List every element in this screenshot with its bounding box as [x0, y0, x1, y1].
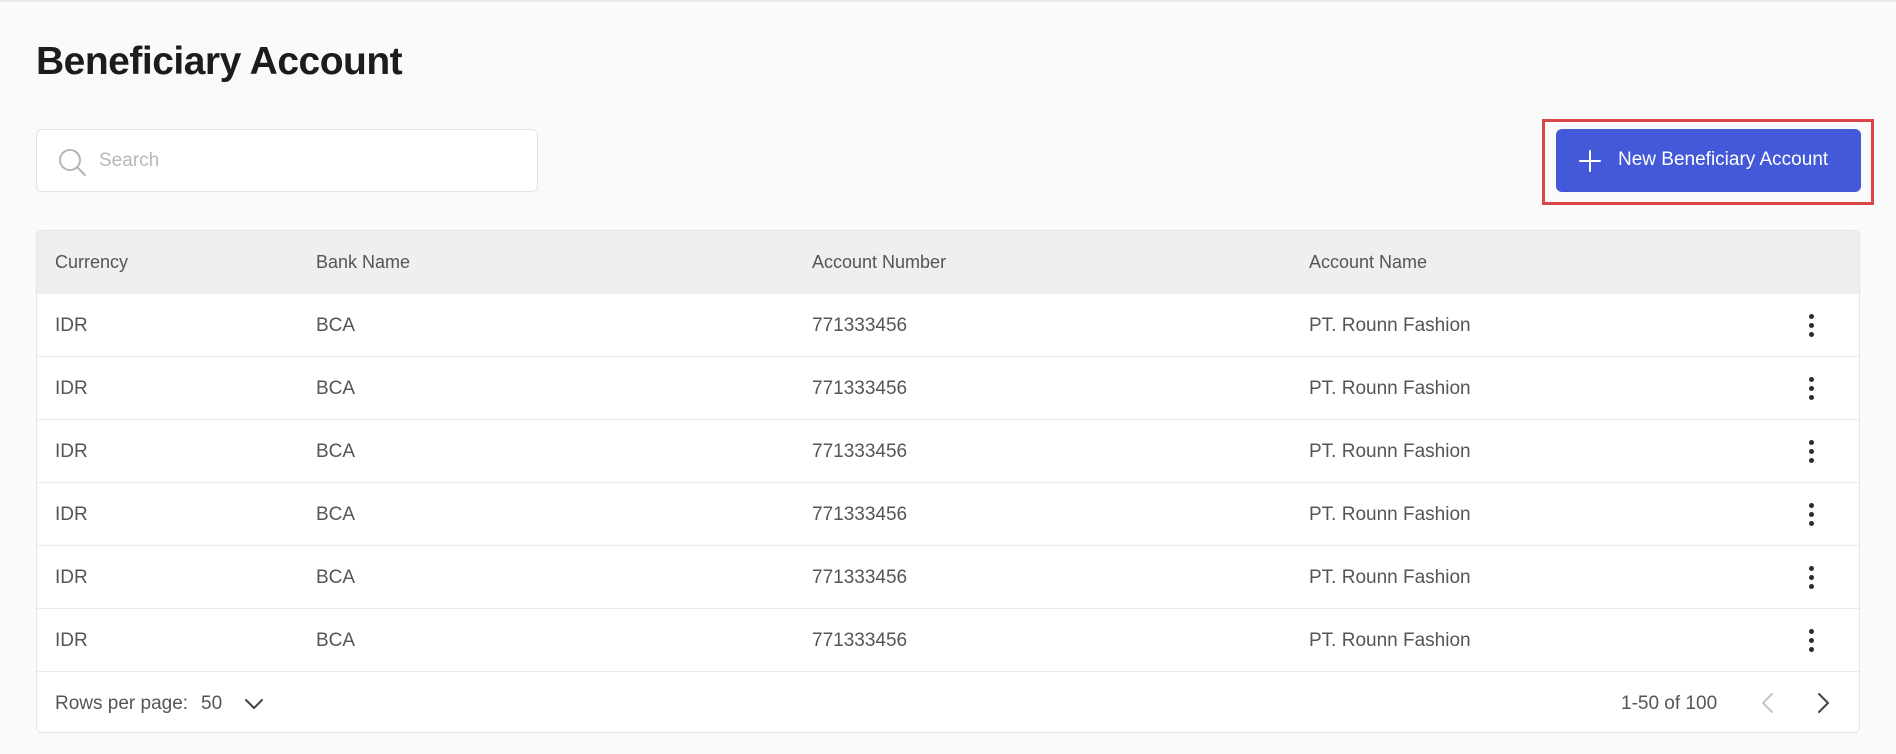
cell-account-name: PT. Rounn Fashion: [1309, 378, 1471, 399]
cell-bank-name: BCA: [316, 630, 356, 651]
cell-currency: IDR: [55, 630, 88, 651]
cell-account-name: PT. Rounn Fashion: [1309, 630, 1471, 651]
table-row[interactable]: IDR BCA 771333456 PT. Rounn Fashion: [37, 293, 1859, 356]
cell-account-number: 771333456: [812, 315, 908, 336]
column-header-bank-name[interactable]: Bank Name: [316, 252, 410, 273]
page: Beneficiary Account New Beneficiary Acco…: [0, 0, 1896, 754]
table-footer: Rows per page: 50 1-50 of 100: [37, 671, 1859, 732]
more-vertical-icon[interactable]: [1799, 499, 1823, 529]
table-row[interactable]: IDR BCA 771333456 PT. Rounn Fashion: [37, 545, 1859, 608]
cell-currency: IDR: [55, 441, 88, 462]
page-title: Beneficiary Account: [36, 40, 403, 83]
cell-currency: IDR: [55, 504, 88, 525]
column-header-currency[interactable]: Currency: [55, 252, 128, 273]
search-input[interactable]: [99, 130, 519, 191]
more-vertical-icon[interactable]: [1799, 625, 1823, 655]
pagination-range: 1-50 of 100: [1621, 693, 1718, 714]
column-header-account-name[interactable]: Account Name: [1309, 252, 1427, 273]
cell-currency: IDR: [55, 567, 88, 588]
table-header: Currency Bank Name Account Number Accoun…: [37, 231, 1859, 293]
cell-account-name: PT. Rounn Fashion: [1309, 567, 1471, 588]
rows-per-page-value: 50: [201, 693, 223, 714]
more-vertical-icon[interactable]: [1799, 436, 1823, 466]
cell-bank-name: BCA: [316, 441, 356, 462]
rows-per-page-label: Rows per page:: [55, 693, 189, 714]
plus-icon: [1579, 150, 1601, 172]
cell-account-number: 771333456: [812, 441, 908, 462]
cell-account-name: PT. Rounn Fashion: [1309, 315, 1471, 336]
more-vertical-icon[interactable]: [1799, 310, 1823, 340]
new-beneficiary-account-button[interactable]: New Beneficiary Account: [1556, 129, 1861, 192]
cell-bank-name: BCA: [316, 504, 356, 525]
column-header-account-number[interactable]: Account Number: [812, 252, 946, 273]
table-row[interactable]: IDR BCA 771333456 PT. Rounn Fashion: [37, 356, 1859, 419]
table-row[interactable]: IDR BCA 771333456 PT. Rounn Fashion: [37, 419, 1859, 482]
cell-bank-name: BCA: [316, 567, 356, 588]
chevron-down-icon: [245, 699, 263, 709]
chevron-left-icon[interactable]: [1755, 690, 1781, 716]
search-icon: [59, 149, 86, 176]
cell-currency: IDR: [55, 315, 88, 336]
cell-currency: IDR: [55, 378, 88, 399]
cell-account-number: 771333456: [812, 378, 908, 399]
chevron-right-icon[interactable]: [1810, 690, 1836, 716]
cell-account-number: 771333456: [812, 504, 908, 525]
more-vertical-icon[interactable]: [1799, 562, 1823, 592]
cell-account-name: PT. Rounn Fashion: [1309, 504, 1471, 525]
rows-per-page-select[interactable]: 50: [201, 684, 301, 722]
cell-account-number: 771333456: [812, 567, 908, 588]
new-button-label: New Beneficiary Account: [1618, 149, 1829, 170]
more-vertical-icon[interactable]: [1799, 373, 1823, 403]
cell-account-number: 771333456: [812, 630, 908, 651]
cell-bank-name: BCA: [316, 315, 356, 336]
cell-account-name: PT. Rounn Fashion: [1309, 441, 1471, 462]
table-row[interactable]: IDR BCA 771333456 PT. Rounn Fashion: [37, 608, 1859, 671]
search-box[interactable]: [36, 129, 538, 192]
table-row[interactable]: IDR BCA 771333456 PT. Rounn Fashion: [37, 482, 1859, 545]
beneficiary-table: Currency Bank Name Account Number Accoun…: [36, 230, 1860, 733]
cell-bank-name: BCA: [316, 378, 356, 399]
